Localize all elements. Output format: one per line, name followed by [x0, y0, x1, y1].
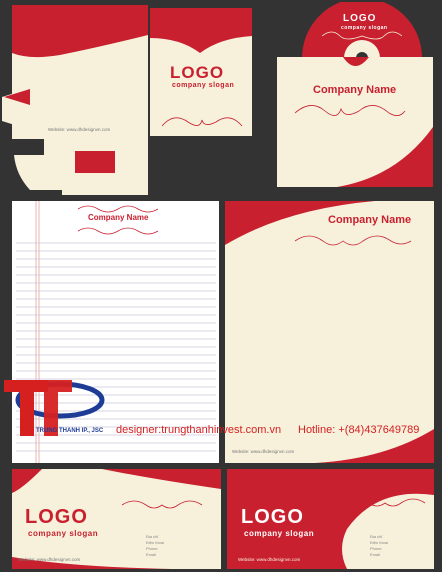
card-right-slogan: company slogan	[244, 529, 315, 538]
card-right-contact: Địa chỉ Điện thoại Phone Email	[370, 534, 388, 558]
folder-website: Website: www.dhdesignvn.com	[48, 127, 111, 132]
cd-logo: LOGO	[343, 13, 377, 24]
card-left-logo: LOGO	[25, 506, 88, 528]
watermark-designer: designer:trungthanhinvest.com.vn	[116, 424, 282, 436]
card-right-website: Website: www.dhdesignvn.com	[238, 557, 301, 562]
card-right-logo: LOGO	[241, 506, 304, 528]
contact-line: Email	[370, 552, 381, 557]
cd-sleeve-company-name: Company Name	[313, 84, 397, 96]
folder-logo: LOGO	[170, 63, 225, 82]
card-left-slogan: company slogan	[28, 529, 99, 538]
folder-left-panel	[2, 5, 148, 195]
card-left-contact: Địa chỉ Điện thoại Phone Email	[146, 534, 164, 558]
cd-slogan: company slogan	[341, 25, 388, 31]
contact-line: Email	[146, 552, 157, 557]
watermark-hotline: Hotline: +(84)437649789	[298, 424, 420, 436]
letterhead-company-name: Company Name	[328, 214, 412, 226]
lined-letterhead-company-name: Company Name	[88, 213, 149, 222]
watermark-company: TRUNG THANH IP., JSC	[36, 428, 104, 434]
cd-disc	[302, 2, 422, 62]
cd-sleeve	[277, 57, 433, 187]
letterhead-website: Website: www.dhdesignvn.com	[232, 449, 295, 454]
card-left-website: Website: www.dhdesignvn.com	[18, 557, 81, 562]
folder-slogan: company slogan	[172, 82, 235, 89]
